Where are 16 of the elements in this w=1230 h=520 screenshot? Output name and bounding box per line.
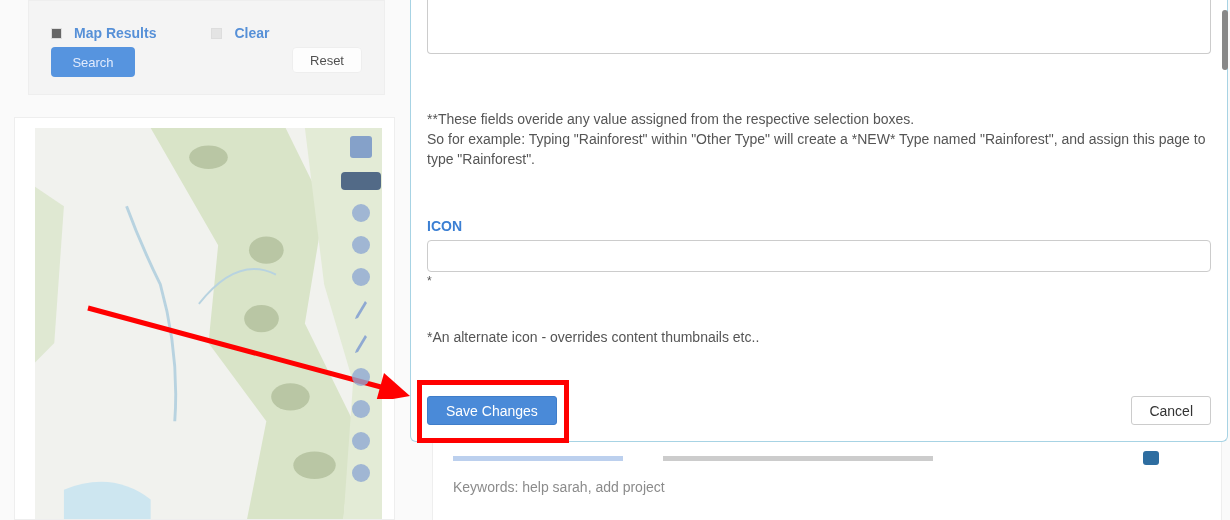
- save-changes-button[interactable]: Save Changes: [427, 396, 557, 425]
- cancel-button[interactable]: Cancel: [1131, 396, 1211, 425]
- option-link[interactable]: Clear: [234, 25, 270, 41]
- layers-button[interactable]: [341, 172, 381, 190]
- text-area[interactable]: [427, 0, 1211, 54]
- help-text: *An alternate icon - overrides content thumbnails etc..: [427, 329, 761, 345]
- option-link[interactable]: Map Results: [74, 25, 157, 41]
- required-mark: *: [427, 274, 432, 288]
- field-label: ICON: [427, 218, 463, 234]
- icon-input-field[interactable]: [427, 240, 1211, 272]
- search-button[interactable]: Search: [51, 47, 135, 77]
- keywords-text: Keywords: help sarah, add project: [453, 479, 666, 495]
- reset-button[interactable]: Reset: [292, 47, 362, 73]
- help-text: So for example: Typing "Rainforest" within "Other Type" will create a *NEW* Type named "Rainforest", and assign this page to type "Rainforest".: [427, 130, 1207, 169]
- help-text: **These fields overide any value assigned from the respective selection boxes.: [427, 110, 916, 129]
- checkbox[interactable]: [51, 27, 62, 39]
